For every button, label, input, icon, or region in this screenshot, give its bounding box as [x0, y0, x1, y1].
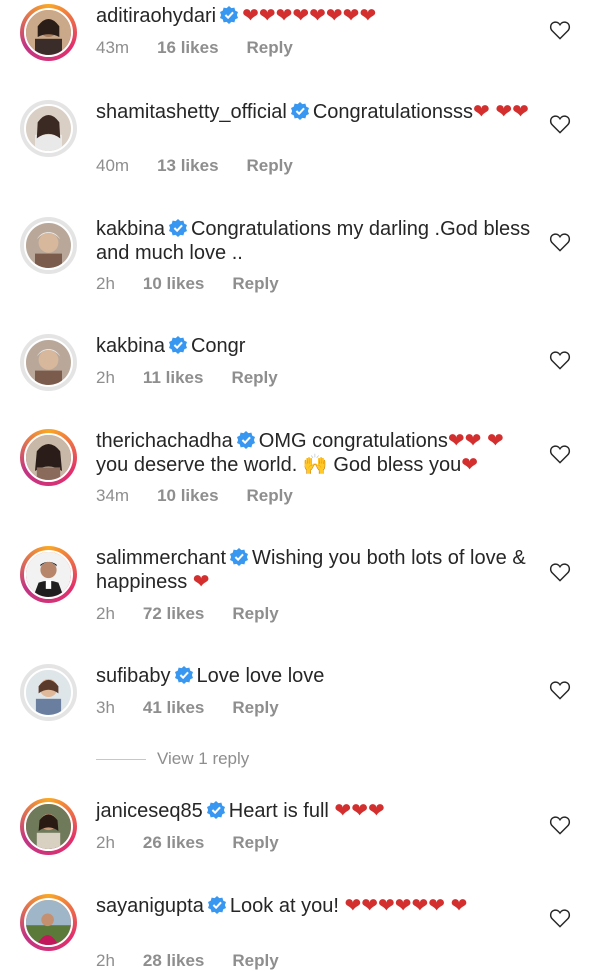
comment-time: 43m [96, 38, 130, 57]
comment-text: ❤❤❤❤❤❤❤❤ [242, 3, 377, 27]
likes-count[interactable]: 16 likes [157, 38, 218, 58]
comment-time: 2h [96, 368, 115, 387]
comment-time: 2h [96, 274, 115, 293]
verified-badge-icon [207, 896, 226, 914]
likes-count[interactable]: 10 likes [143, 274, 204, 294]
likes-count[interactable]: 72 likes [143, 604, 204, 624]
view-replies-divider [96, 759, 146, 760]
likes-count[interactable]: 11 likes [143, 368, 204, 388]
username[interactable]: kakbina [96, 335, 165, 357]
avatar[interactable] [20, 894, 77, 951]
heart-outline-icon[interactable] [549, 20, 571, 40]
username[interactable]: sayanigupta [96, 895, 204, 917]
likes-count[interactable]: 13 likes [157, 156, 218, 176]
view-replies-button[interactable]: View 1 reply [157, 749, 249, 769]
reply-button[interactable]: Reply [232, 274, 278, 294]
verified-badge-icon [174, 666, 193, 684]
reply-button[interactable]: Reply [232, 698, 278, 718]
likes-count[interactable]: 28 likes [143, 951, 204, 971]
avatar[interactable] [20, 546, 77, 603]
comment-time: 2h [96, 951, 115, 970]
reply-button[interactable]: Reply [247, 156, 293, 176]
heart-outline-icon[interactable] [549, 562, 571, 582]
likes-count[interactable]: 26 likes [143, 833, 204, 853]
heart-outline-icon[interactable] [549, 232, 571, 252]
username[interactable]: shamitashetty_official [96, 101, 287, 123]
comment-text: Look at you! ❤❤❤❤❤❤ ❤ [229, 895, 468, 917]
reply-button[interactable]: Reply [232, 604, 278, 624]
username[interactable]: sufibaby [96, 665, 171, 687]
avatar[interactable] [20, 217, 77, 274]
comment-text: Love love love [196, 665, 325, 687]
reply-button[interactable]: Reply [231, 368, 277, 388]
comment-time: 40m [96, 156, 130, 175]
comment-text: Heart is full ❤❤❤ [228, 800, 385, 822]
avatar[interactable] [20, 100, 77, 157]
username[interactable]: aditirаohydari [96, 5, 216, 27]
likes-count[interactable]: 10 likes [157, 486, 218, 506]
heart-outline-icon[interactable] [549, 815, 571, 835]
comment-text: Congratulationsss❤ ❤❤ [312, 101, 529, 123]
username[interactable]: salimmerchant [96, 547, 226, 569]
verified-badge-icon [168, 336, 187, 354]
heart-outline-icon[interactable] [549, 680, 571, 700]
verified-badge-icon [236, 431, 255, 449]
reply-button[interactable]: Reply [232, 833, 278, 853]
comment-text: Congr [190, 335, 246, 357]
verified-badge-icon [290, 102, 309, 120]
heart-outline-icon[interactable] [549, 908, 571, 928]
verified-badge-icon [230, 548, 249, 566]
heart-outline-icon[interactable] [549, 444, 571, 464]
likes-count[interactable]: 41 likes [143, 698, 204, 718]
reply-button[interactable]: Reply [247, 38, 293, 58]
verified-badge-icon [206, 801, 225, 819]
comment-time: 34m [96, 486, 130, 505]
verified-badge-icon [220, 6, 239, 24]
username[interactable]: kakbina [96, 218, 165, 240]
heart-outline-icon[interactable] [549, 114, 571, 134]
heart-outline-icon[interactable] [549, 350, 571, 370]
reply-button[interactable]: Reply [232, 951, 278, 971]
avatar[interactable] [20, 4, 77, 61]
avatar[interactable] [20, 798, 77, 855]
comment-time: 2h [96, 833, 115, 852]
avatar[interactable] [20, 334, 77, 391]
reply-button[interactable]: Reply [247, 486, 293, 506]
comment-time: 2h [96, 604, 115, 623]
avatar[interactable] [20, 664, 77, 721]
comment-time: 3h [96, 698, 115, 717]
username[interactable]: janiceseq85 [96, 800, 203, 822]
username[interactable]: therichachadha [96, 430, 233, 452]
verified-badge-icon [168, 219, 187, 237]
avatar[interactable] [20, 429, 77, 486]
